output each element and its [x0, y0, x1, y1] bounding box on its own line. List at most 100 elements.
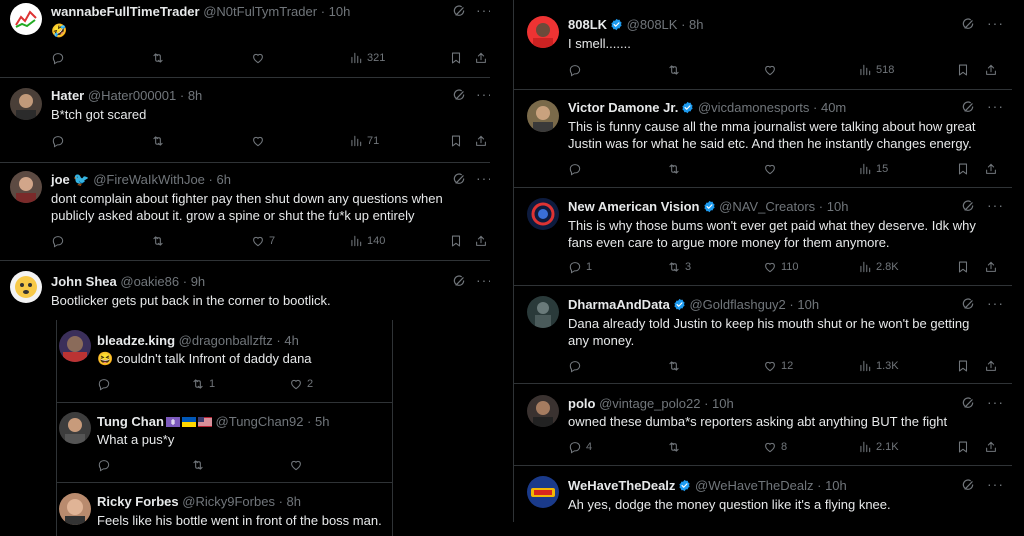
share-button[interactable]: [984, 63, 998, 77]
author-handle[interactable]: @Goldflashguy2: [689, 297, 785, 312]
tweet[interactable]: joe 🐦 @FireWaIkWithJoe · 6h ··· dont com…: [0, 163, 490, 259]
avatar[interactable]: [10, 3, 42, 35]
tweet[interactable]: Hater @Hater000001 · 8h ··· B*tch got sc…: [0, 78, 490, 162]
reply-button[interactable]: [97, 377, 111, 391]
author-name[interactable]: wannabeFullTimeTrader: [51, 4, 200, 19]
author-name[interactable]: 808LK: [568, 17, 607, 32]
timestamp[interactable]: 10h: [712, 396, 734, 411]
grok-icon[interactable]: [452, 172, 466, 186]
grok-icon[interactable]: [961, 100, 975, 114]
views-button[interactable]: 518: [858, 63, 894, 77]
more-icon[interactable]: ···: [987, 394, 1004, 410]
bookmark-button[interactable]: [449, 51, 463, 65]
tweet[interactable]: DharmaAndData @Goldflashguy2 · 10h ··· D…: [514, 286, 1012, 382]
author-handle[interactable]: @vintage_polo22: [599, 396, 700, 411]
more-icon[interactable]: ···: [987, 197, 1004, 213]
retweet-button[interactable]: 1: [191, 377, 215, 391]
author-handle[interactable]: @dragonballzftz: [179, 333, 273, 348]
more-icon[interactable]: ···: [476, 2, 490, 18]
author-handle[interactable]: @NAV_Creators: [719, 199, 815, 214]
grok-icon[interactable]: [961, 396, 975, 410]
timestamp[interactable]: 9h: [191, 274, 205, 289]
avatar[interactable]: [10, 171, 42, 203]
retweet-button[interactable]: [151, 234, 165, 248]
author-name[interactable]: polo: [568, 396, 595, 411]
reply-tweet[interactable]: Tung Chan @TungChan92 · 5h What a pus*y: [57, 403, 392, 479]
like-button[interactable]: [251, 51, 265, 65]
timestamp[interactable]: 8h: [287, 494, 301, 509]
avatar[interactable]: [59, 493, 91, 525]
timestamp[interactable]: 8h: [689, 17, 703, 32]
author-name[interactable]: bleadze.king: [97, 333, 175, 348]
grok-icon[interactable]: [961, 297, 975, 311]
timestamp[interactable]: 10h: [329, 4, 351, 19]
tweet[interactable]: wannabeFullTimeTrader @N0tFulTymTrader ·…: [0, 0, 490, 76]
views-button[interactable]: 321: [349, 51, 385, 65]
like-button[interactable]: [289, 458, 303, 472]
avatar[interactable]: [527, 296, 559, 328]
bookmark-button[interactable]: [956, 440, 970, 454]
timestamp[interactable]: 5h: [315, 414, 329, 429]
share-button[interactable]: [984, 162, 998, 176]
avatar[interactable]: [527, 198, 559, 230]
more-icon[interactable]: ···: [987, 295, 1004, 311]
reply-button[interactable]: [568, 162, 582, 176]
grok-icon[interactable]: [452, 274, 466, 288]
views-button[interactable]: 140: [349, 234, 385, 248]
author-handle[interactable]: @808LK: [627, 17, 678, 32]
share-button[interactable]: [984, 440, 998, 454]
views-button[interactable]: 2.1K: [858, 440, 899, 454]
author-name[interactable]: New American Vision: [568, 199, 700, 214]
more-icon[interactable]: ···: [476, 86, 490, 102]
like-button[interactable]: [251, 134, 265, 148]
author-name[interactable]: John Shea: [51, 274, 117, 289]
author-handle[interactable]: @Ricky9Forbes: [182, 494, 275, 509]
reply-button[interactable]: [51, 51, 65, 65]
timestamp[interactable]: 10h: [797, 297, 819, 312]
bookmark-button[interactable]: [956, 63, 970, 77]
avatar[interactable]: [527, 395, 559, 427]
tweet[interactable]: polo @vintage_polo22 · 10h ··· owned the…: [514, 384, 1012, 464]
grok-icon[interactable]: [961, 17, 975, 31]
retweet-button[interactable]: 3: [667, 260, 691, 274]
share-button[interactable]: [474, 234, 488, 248]
reply-button[interactable]: 4: [568, 440, 592, 454]
like-button[interactable]: 2: [289, 377, 313, 391]
timestamp[interactable]: 4h: [284, 333, 298, 348]
tweet[interactable]: Victor Damone Jr. @vicdamonesports · 40m…: [514, 90, 1012, 186]
bookmark-button[interactable]: [956, 359, 970, 373]
timestamp[interactable]: 10h: [825, 478, 847, 493]
share-button[interactable]: [474, 134, 488, 148]
views-button[interactable]: 1.3K: [858, 359, 899, 373]
author-handle[interactable]: @vicdamonesports: [698, 100, 809, 115]
reply-button[interactable]: [97, 458, 111, 472]
more-icon[interactable]: ···: [476, 170, 490, 186]
avatar[interactable]: [10, 88, 42, 120]
like-button[interactable]: 110: [763, 260, 799, 274]
like-button[interactable]: [763, 63, 777, 77]
reply-button[interactable]: 1: [568, 260, 592, 274]
like-button[interactable]: 8: [763, 440, 787, 454]
like-button[interactable]: 7: [251, 234, 275, 248]
retweet-button[interactable]: [667, 162, 681, 176]
grok-icon[interactable]: [961, 199, 975, 213]
views-button[interactable]: 2.8K: [858, 260, 899, 274]
views-button[interactable]: 15: [858, 162, 888, 176]
timestamp[interactable]: 8h: [188, 88, 202, 103]
bookmark-button[interactable]: [956, 260, 970, 274]
bookmark-button[interactable]: [449, 134, 463, 148]
bookmark-button[interactable]: [956, 162, 970, 176]
avatar[interactable]: [527, 100, 559, 132]
timestamp[interactable]: 6h: [216, 172, 230, 187]
retweet-button[interactable]: [667, 63, 681, 77]
author-name[interactable]: WeHaveTheDealz: [568, 478, 675, 493]
like-button[interactable]: [763, 162, 777, 176]
author-name[interactable]: Victor Damone Jr.: [568, 100, 678, 115]
tweet[interactable]: WeHaveTheDealz @WeHaveTheDealz · 10h ···…: [514, 466, 1012, 522]
timestamp[interactable]: 40m: [821, 100, 846, 115]
avatar[interactable]: [59, 412, 91, 444]
avatar[interactable]: [10, 271, 42, 303]
share-button[interactable]: [474, 51, 488, 65]
author-name[interactable]: DharmaAndData: [568, 297, 670, 312]
retweet-button[interactable]: [667, 440, 681, 454]
